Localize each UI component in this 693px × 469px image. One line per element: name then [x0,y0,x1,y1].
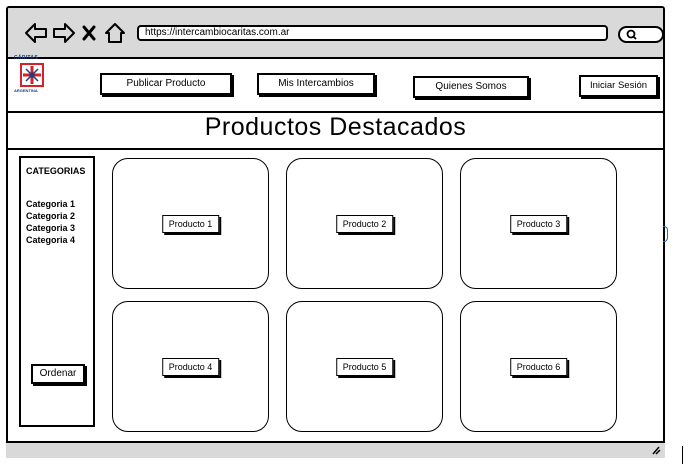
title-divider [6,148,665,150]
product-label: Producto 4 [161,357,220,376]
url-input[interactable]: https://intercambiocaritas.com.ar [137,25,608,41]
caritas-logo[interactable]: CÁRITAS ARGENTINA [14,55,56,115]
category-list: Categoria 1 Categoria 2 Categoria 3 Cate… [26,198,75,246]
product-card[interactable]: Producto 2 [286,158,443,289]
product-card[interactable]: Producto 5 [286,301,443,432]
arrow-right-icon[interactable] [52,22,76,44]
browser-toolbar: https://intercambiocaritas.com.ar [8,8,663,59]
publish-product-button[interactable]: Publicar Producto [100,73,232,95]
scrollbar-handle[interactable] [663,226,668,242]
search-icon [626,29,637,40]
product-card[interactable]: Producto 3 [460,158,617,289]
status-bar [6,441,665,458]
category-item[interactable]: Categoria 2 [26,210,75,222]
categories-sidebar: CATEGORIAS Categoria 1 Categoria 2 Categ… [19,156,95,427]
sort-button[interactable]: Ordenar [31,364,85,384]
login-button[interactable]: Iniciar Sesión [579,75,658,97]
logo-bottom-text: ARGENTINA [14,88,38,93]
arrow-left-icon[interactable] [24,22,48,44]
category-item[interactable]: Categoria 4 [26,234,75,246]
product-card[interactable]: Producto 6 [460,301,617,432]
logo-top-text: CÁRITAS [14,55,38,61]
my-exchanges-button[interactable]: Mis Intercambios [257,73,375,95]
caritas-emblem-icon [20,63,44,87]
home-icon[interactable] [104,22,126,44]
product-label: Producto 5 [335,357,394,376]
resize-grip-icon[interactable] [649,445,661,455]
product-card[interactable]: Producto 1 [112,158,269,289]
product-card[interactable]: Producto 4 [112,301,269,432]
about-us-button[interactable]: Quienes Somos [413,76,529,98]
sidebar-title: CATEGORIAS [26,166,86,176]
scroll-indicator [682,446,683,464]
search-box[interactable] [618,26,663,43]
category-item[interactable]: Categoria 3 [26,222,75,234]
category-item[interactable]: Categoria 1 [26,198,75,210]
product-label: Producto 6 [509,357,568,376]
product-label: Producto 2 [335,214,394,233]
page-title: Productos Destacados [204,113,467,141]
product-label: Producto 1 [161,214,220,233]
close-icon[interactable] [82,25,96,41]
product-label: Producto 3 [509,214,568,233]
